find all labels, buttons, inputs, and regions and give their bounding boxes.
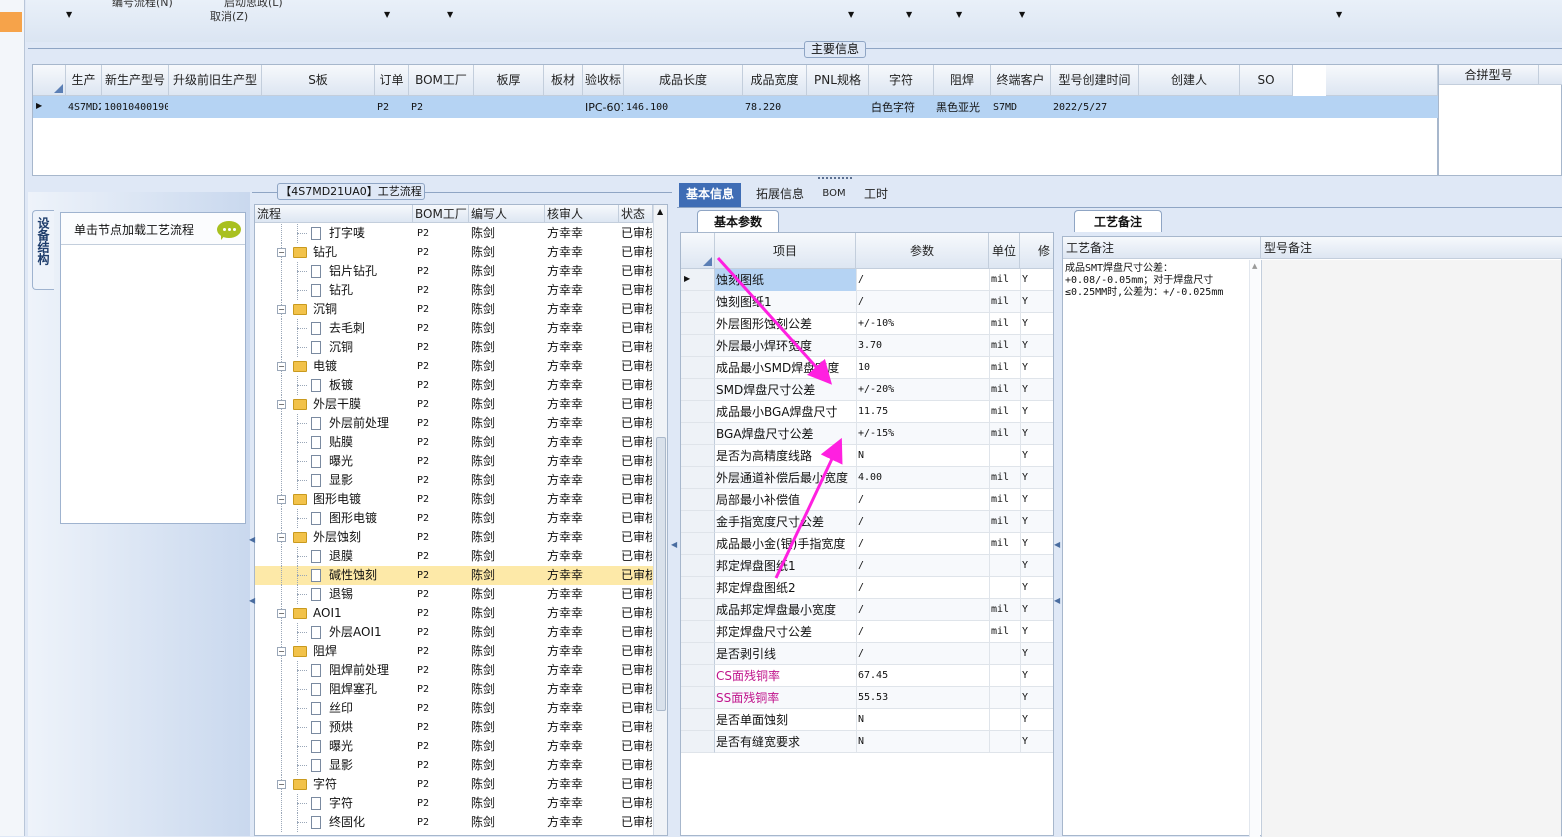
arrow-up [774,437,843,579]
arrow-down [716,256,833,385]
annotation-arrows [716,256,843,579]
